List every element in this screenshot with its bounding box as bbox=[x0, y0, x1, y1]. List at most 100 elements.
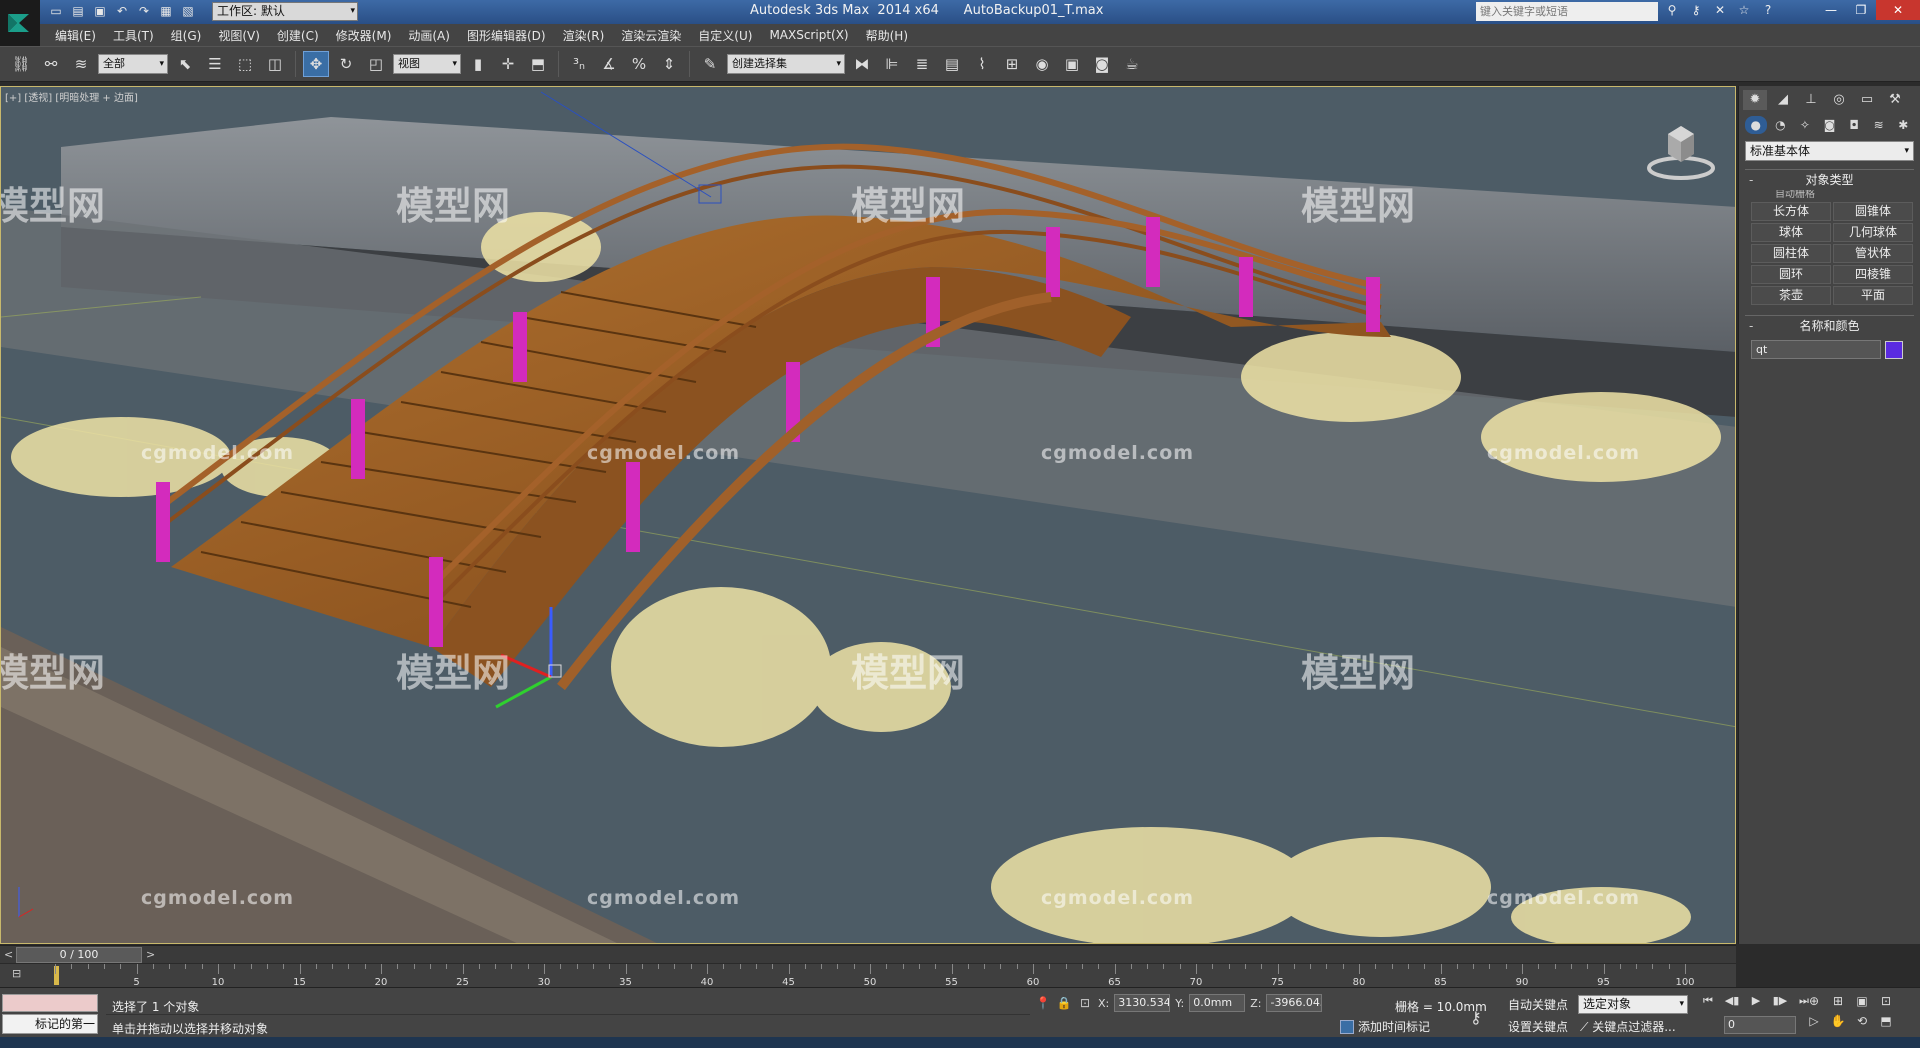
key-filters-button[interactable]: ⟋ 关键点过滤器... bbox=[1580, 1018, 1676, 1036]
maximize-viewport-icon[interactable]: ⬒ bbox=[1876, 1014, 1896, 1028]
menu-maxscript[interactable]: MAXScript(X) bbox=[769, 28, 848, 42]
motion-tab-icon[interactable]: ◎ bbox=[1827, 90, 1851, 110]
star-icon[interactable]: ☆ bbox=[1736, 3, 1752, 17]
save-icon[interactable]: ▣ bbox=[92, 3, 108, 19]
rect-selection-icon[interactable]: ⬚ bbox=[232, 51, 258, 77]
hold-icon[interactable]: ▦ bbox=[158, 3, 174, 19]
new-file-icon[interactable]: ▭ bbox=[48, 3, 64, 19]
key-icon[interactable]: ⚷ bbox=[1688, 3, 1704, 17]
zoom-all-icon[interactable]: ⊞ bbox=[1828, 994, 1848, 1008]
curve-editor-icon[interactable]: ⌇ bbox=[969, 51, 995, 77]
select-rotate-icon[interactable]: ↻ bbox=[333, 51, 359, 77]
menu-views[interactable]: 视图(V) bbox=[218, 27, 260, 44]
menu-group[interactable]: 组(G) bbox=[171, 27, 202, 44]
lights-icon[interactable]: ✧ bbox=[1794, 116, 1816, 134]
manipulate-icon[interactable]: ⬒ bbox=[525, 51, 551, 77]
track-bar[interactable]: ⊟ 5 10 15 20 25 30 35 40 45 50 55 60 65 70 75 80 85 90 95 1… bbox=[0, 963, 1736, 988]
plane-button[interactable]: 平面 bbox=[1833, 286, 1913, 305]
next-frame-icon[interactable]: ▮▶ bbox=[1772, 994, 1788, 1008]
menu-animation[interactable]: 动画(A) bbox=[408, 27, 450, 44]
key-selection-set-select[interactable]: 选定对象 bbox=[1578, 995, 1688, 1014]
viewport-label[interactable]: [+] [透视] [明暗处理 + 边面] bbox=[5, 89, 138, 104]
app-logo[interactable] bbox=[0, 0, 40, 46]
menu-customize[interactable]: 自定义(U) bbox=[698, 27, 752, 44]
absolute-mode-icon[interactable]: ⊡ bbox=[1077, 996, 1093, 1010]
spinner-snap-icon[interactable]: ⇕ bbox=[656, 51, 682, 77]
menu-rendering[interactable]: 渲染(R) bbox=[563, 27, 605, 44]
time-slider-thumb[interactable]: 0 / 100 bbox=[16, 947, 142, 963]
auto-key-button[interactable]: 自动关键点 bbox=[1508, 996, 1574, 1014]
name-color-header[interactable]: - 名称和颜色 bbox=[1745, 316, 1914, 336]
help-icon[interactable]: ? bbox=[1760, 3, 1776, 17]
x-coord-field[interactable]: 3130.534m bbox=[1114, 994, 1171, 1012]
menu-tools[interactable]: 工具(T) bbox=[113, 27, 154, 44]
render-production-icon[interactable]: ☕ bbox=[1119, 51, 1145, 77]
exchange-icon[interactable]: ✕ bbox=[1712, 3, 1728, 17]
menu-create[interactable]: 创建(C) bbox=[277, 27, 319, 44]
schematic-view-icon[interactable]: ⊞ bbox=[999, 51, 1025, 77]
open-file-icon[interactable]: ▤ bbox=[70, 3, 86, 19]
select-move-icon[interactable]: ✥ bbox=[303, 51, 329, 77]
sphere-button[interactable]: 球体 bbox=[1751, 223, 1831, 242]
unlink-icon[interactable]: ⚯ bbox=[38, 51, 64, 77]
edit-named-selection-icon[interactable]: ✎ bbox=[697, 51, 723, 77]
layer-manager-icon[interactable]: ≣ bbox=[909, 51, 935, 77]
maxscript-listener[interactable] bbox=[2, 994, 98, 1012]
object-type-header[interactable]: - 对象类型 bbox=[1745, 170, 1914, 190]
bind-space-warp-icon[interactable]: ≋ bbox=[68, 51, 94, 77]
geometry-icon[interactable]: ● bbox=[1745, 116, 1767, 134]
go-to-start-icon[interactable]: ⏮ bbox=[1700, 994, 1716, 1008]
redo-icon[interactable]: ↷ bbox=[136, 3, 152, 19]
hierarchy-tab-icon[interactable]: ⊥ bbox=[1799, 90, 1823, 110]
time-slider[interactable]: < 0 / 100 > bbox=[0, 945, 1736, 963]
menu-graph-editors[interactable]: 图形编辑器(D) bbox=[467, 27, 546, 44]
window-crossing-icon[interactable]: ◫ bbox=[262, 51, 288, 77]
selection-filter-select[interactable]: 全部 bbox=[98, 54, 168, 74]
zoom-extents-all-icon[interactable]: ⊡ bbox=[1876, 994, 1896, 1008]
maxscript-mini-listener[interactable]: 标记的第一 bbox=[2, 1014, 98, 1034]
prev-frame-icon[interactable]: ◀▮ bbox=[1724, 994, 1740, 1008]
maximize-button[interactable]: ❐ bbox=[1846, 0, 1876, 20]
tube-button[interactable]: 管状体 bbox=[1833, 244, 1913, 263]
display-tab-icon[interactable]: ▭ bbox=[1855, 90, 1879, 110]
mirror-icon[interactable]: ⧓ bbox=[849, 51, 875, 77]
isolate-icon[interactable]: 📍 bbox=[1035, 996, 1051, 1010]
menu-edit[interactable]: 编辑(E) bbox=[55, 27, 96, 44]
box-button[interactable]: 长方体 bbox=[1751, 202, 1831, 221]
next-frame-arrow-icon[interactable]: > bbox=[146, 946, 155, 964]
key-icon[interactable]: ⚷ bbox=[1470, 1008, 1482, 1027]
cone-button[interactable]: 圆锥体 bbox=[1833, 202, 1913, 221]
link-icon[interactable]: ⛓ bbox=[8, 51, 34, 77]
create-tab-icon[interactable]: ✹ bbox=[1743, 90, 1767, 110]
zoom-extents-icon[interactable]: ▣ bbox=[1852, 994, 1872, 1008]
named-selection-select[interactable]: 创建选择集 bbox=[727, 54, 845, 74]
y-coord-field[interactable]: 0.0mm bbox=[1189, 994, 1246, 1012]
systems-icon[interactable]: ✱ bbox=[1892, 116, 1914, 134]
orbit-icon[interactable]: ⟲ bbox=[1852, 1014, 1872, 1028]
select-object-icon[interactable]: ⬉ bbox=[172, 51, 198, 77]
torus-button[interactable]: 圆环 bbox=[1751, 265, 1831, 284]
close-button[interactable]: ✕ bbox=[1876, 0, 1920, 20]
time-tag-checkbox[interactable] bbox=[1340, 1019, 1354, 1034]
minimize-button[interactable]: — bbox=[1816, 0, 1846, 20]
viewcube[interactable] bbox=[1646, 122, 1716, 182]
lock-selection-icon[interactable]: 🔒 bbox=[1056, 996, 1072, 1010]
menu-modifiers[interactable]: 修改器(M) bbox=[336, 27, 392, 44]
undo-icon[interactable]: ↶ bbox=[114, 3, 130, 19]
snaps-toggle-icon[interactable]: ³ₙ bbox=[566, 51, 592, 77]
pyramid-button[interactable]: 四棱锥 bbox=[1833, 265, 1913, 284]
field-of-view-icon[interactable]: ▷ bbox=[1804, 1014, 1824, 1028]
perspective-viewport[interactable]: [+] [透视] [明暗处理 + 边面] 模型网 模型网 模型网 模型网 模型网… bbox=[0, 86, 1736, 944]
zoom-icon[interactable]: ⊕ bbox=[1804, 994, 1824, 1008]
space-warps-icon[interactable]: ≋ bbox=[1868, 116, 1890, 134]
workspace-select[interactable]: 工作区: 默认 ▾ bbox=[212, 2, 358, 21]
menu-help[interactable]: 帮助(H) bbox=[866, 27, 908, 44]
angle-snap-icon[interactable]: ∡ bbox=[596, 51, 622, 77]
pivot-center-icon[interactable]: ▮ bbox=[465, 51, 491, 77]
set-key-button[interactable]: 设置关键点 bbox=[1508, 1018, 1574, 1036]
geosphere-button[interactable]: 几何球体 bbox=[1833, 223, 1913, 242]
transform-center-icon[interactable]: ✛ bbox=[495, 51, 521, 77]
rendered-frame-icon[interactable]: ◙ bbox=[1089, 51, 1115, 77]
helpers-icon[interactable]: ◘ bbox=[1843, 116, 1865, 134]
reference-coord-select[interactable]: 视图 bbox=[393, 54, 461, 74]
